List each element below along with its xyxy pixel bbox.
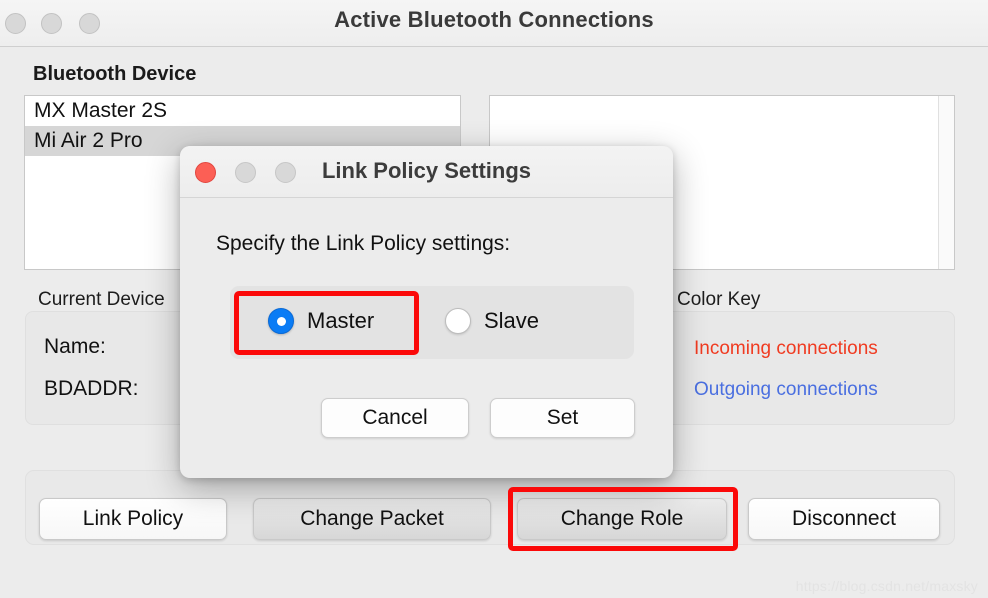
color-key-outgoing: Outgoing connections (694, 379, 878, 400)
radio-label-slave: Slave (484, 308, 540, 333)
dialog-prompt: Specify the Link Policy settings: (216, 232, 511, 255)
color-key-label: Color Key (677, 289, 761, 310)
radio-selected-icon (268, 308, 294, 334)
watermark-text: https://blog.csdn.net/maxsky (795, 578, 978, 594)
radio-option-slave[interactable]: Slave (445, 308, 539, 334)
dialog-title: Link Policy Settings (321, 158, 532, 183)
bluetooth-device-heading: Bluetooth Device (33, 63, 197, 85)
cancel-button[interactable]: Cancel (321, 398, 469, 438)
window-title: Active Bluetooth Connections (334, 7, 654, 32)
radio-option-master[interactable]: Master (268, 308, 374, 334)
color-key-incoming: Incoming connections (694, 338, 878, 359)
set-button[interactable]: Set (490, 398, 635, 438)
device-bdaddr-label: BDADDR: (44, 377, 139, 400)
change-packet-button[interactable]: Change Packet (253, 498, 491, 540)
disconnect-button[interactable]: Disconnect (748, 498, 940, 540)
radio-unselected-icon (445, 308, 471, 334)
change-role-button[interactable]: Change Role (517, 498, 727, 540)
radio-label-master: Master (307, 308, 375, 333)
link-policy-dialog: Link Policy Settings Specify the Link Po… (180, 146, 673, 478)
current-device-label: Current Device (38, 289, 165, 310)
link-policy-button[interactable]: Link Policy (39, 498, 227, 540)
window-titlebar: Active Bluetooth Connections (0, 0, 988, 47)
main-window: Active Bluetooth Connections Bluetooth D… (0, 0, 988, 598)
list-item[interactable]: MX Master 2S (25, 96, 460, 126)
color-key-panel (665, 311, 955, 425)
device-name-label: Name: (44, 335, 106, 358)
dialog-titlebar: Link Policy Settings (180, 146, 673, 198)
